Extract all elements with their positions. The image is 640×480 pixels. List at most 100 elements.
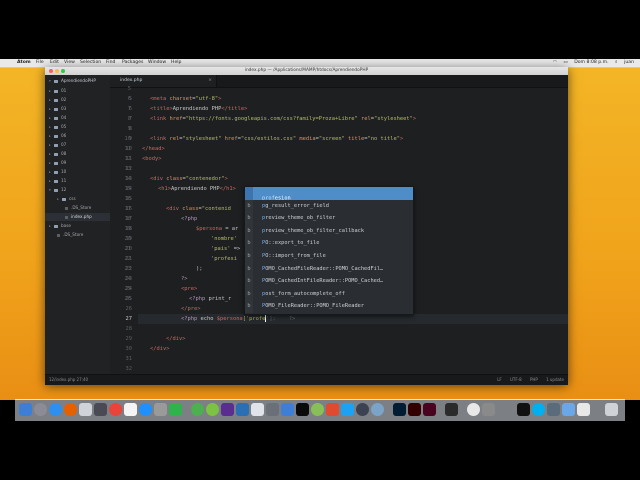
finder-icon[interactable]	[19, 403, 32, 416]
skype-icon[interactable]	[532, 403, 545, 416]
battery-icon[interactable]: ▭	[563, 60, 567, 65]
autocomplete-item[interactable]: b POMO_CachedIntFileReader::POMO_Cached…	[245, 275, 413, 288]
close-tab-icon[interactable]: ×	[208, 75, 212, 87]
app-icon[interactable]	[482, 403, 495, 416]
tree-folder[interactable]: ▸ 08	[49, 150, 66, 158]
menu-view[interactable]: View	[64, 59, 75, 67]
folder-icon[interactable]	[562, 403, 575, 416]
trash-icon[interactable]	[605, 403, 618, 416]
app-icon[interactable]	[445, 403, 458, 416]
code-line-23: ?>	[181, 274, 188, 284]
app-icon[interactable]	[326, 403, 339, 416]
menu-help[interactable]: Help	[171, 59, 181, 67]
wifi-icon[interactable]: ◠	[553, 60, 557, 65]
github-icon[interactable]	[467, 403, 480, 416]
launchpad-icon[interactable]	[34, 403, 47, 416]
token: "https://fonts.googleapis.com/css?family…	[185, 116, 358, 122]
indesign-icon[interactable]	[423, 403, 436, 416]
autocomplete-item-selected[interactable]: profesion	[245, 187, 413, 200]
token: href	[169, 116, 183, 122]
safari-icon[interactable]	[49, 403, 62, 416]
suggestion-text: OMO_CachedIntFileReader::POMO_Cached…	[265, 278, 384, 285]
tree-folder[interactable]: ▸ base	[49, 222, 71, 230]
app-icon[interactable]	[281, 403, 294, 416]
tree-file[interactable]: .DS_Store	[57, 231, 83, 239]
folder-icon	[54, 179, 58, 183]
visual-studio-icon[interactable]	[221, 403, 234, 416]
status-updates[interactable]: 1 update	[546, 377, 564, 382]
autocomplete-item[interactable]: b post_form_autocomplete_off	[245, 287, 413, 301]
tree-folder[interactable]: ▸ 01	[49, 87, 66, 95]
menu-file[interactable]: File	[36, 59, 44, 67]
status-file-position[interactable]: 12/index.php 27:40	[49, 375, 88, 385]
vscode-icon[interactable]	[236, 403, 249, 416]
unity-icon[interactable]	[296, 403, 309, 416]
autocomplete-item[interactable]: b preview_theme_ob_filter_callback	[245, 224, 413, 238]
tree-folder[interactable]: ▸ 11	[49, 177, 66, 185]
autocomplete-item[interactable]: b PO::export_to_file	[245, 237, 413, 250]
project-root[interactable]: ▾ AprendiendoPHP	[49, 78, 96, 83]
tree-folder[interactable]: ▸ css	[57, 195, 76, 203]
xcode-icon[interactable]	[341, 403, 354, 416]
folder-icon	[54, 143, 58, 147]
menu-edit[interactable]: Edit	[50, 59, 59, 67]
tree-item-label: 02	[61, 97, 67, 102]
token: 'pais'	[211, 246, 231, 252]
app-icon[interactable]	[206, 403, 219, 416]
tree-folder[interactable]: ▾ 12	[49, 186, 66, 194]
app-icon[interactable]	[356, 403, 369, 416]
tab-index-php[interactable]: index.php ×	[110, 75, 217, 87]
status-grammar[interactable]: PHP	[530, 377, 538, 382]
android-studio-icon[interactable]	[191, 403, 204, 416]
token: =>	[230, 246, 244, 252]
android-icon[interactable]	[311, 403, 324, 416]
tree-folder[interactable]: ▸ 09	[49, 159, 66, 167]
tree-file[interactable]: .DS_Store	[65, 204, 91, 212]
autocomplete-item[interactable]: b POMO_CachedFileReader::POMO_CachedFil…	[245, 262, 413, 276]
autocomplete-item[interactable]: b pg_result_error_field	[245, 199, 413, 213]
token: "no title"	[367, 136, 401, 142]
facetime-icon[interactable]	[169, 403, 182, 416]
app-icon[interactable]	[547, 403, 560, 416]
system-preferences-icon[interactable]	[154, 403, 167, 416]
status-line-ending[interactable]: LF	[497, 377, 502, 382]
tree-folder[interactable]: ▸ 03	[49, 105, 66, 113]
terminal-icon[interactable]	[517, 403, 530, 416]
menu-find[interactable]: Find	[106, 59, 115, 67]
photoshop-icon[interactable]	[393, 403, 406, 416]
tree-folder[interactable]: ▸ 04	[49, 114, 66, 122]
tree-folder[interactable]: ▸ 06	[49, 132, 66, 140]
menu-atom[interactable]: Atom	[17, 59, 31, 67]
atom-icon[interactable]	[371, 403, 384, 416]
user-name[interactable]: juan	[624, 60, 634, 65]
tree-item-label: 06	[61, 133, 67, 138]
menu-window[interactable]: Window	[148, 59, 166, 67]
token: $persona	[216, 316, 243, 322]
autocomplete-item[interactable]: b preview_theme_ob_filter	[245, 212, 413, 225]
tree-file-selected[interactable]: index.php	[45, 213, 110, 221]
search-icon[interactable]: ⌕	[615, 60, 618, 65]
tree-folder[interactable]: ▸ 07	[49, 141, 66, 149]
app-icon[interactable]	[577, 403, 590, 416]
app-icon[interactable]	[266, 403, 279, 416]
builtin-icon: b	[245, 199, 253, 213]
tree-folder[interactable]: ▸ 05	[49, 123, 66, 131]
opera-icon[interactable]	[94, 403, 107, 416]
status-encoding[interactable]: UTF-8	[510, 377, 522, 382]
illustrator-icon[interactable]	[408, 403, 421, 416]
autocomplete-popup[interactable]: profesion b pg_result_error_field b previe…	[244, 186, 414, 315]
tree-folder[interactable]: ▸ 02	[49, 96, 66, 104]
firefox-icon[interactable]	[64, 403, 77, 416]
calendar-icon[interactable]	[124, 403, 137, 416]
menu-selection[interactable]: Selection	[80, 59, 101, 67]
tree-folder[interactable]: ▸ 10	[49, 168, 66, 176]
clock[interactable]: Dom 8:08 p.m.	[574, 60, 608, 65]
token: <div	[150, 176, 167, 182]
menu-packages[interactable]: Packages	[122, 59, 143, 67]
virtualbox-icon[interactable]	[251, 403, 264, 416]
chrome-icon[interactable]	[109, 403, 122, 416]
app-store-icon[interactable]	[139, 403, 152, 416]
mail-icon[interactable]	[79, 403, 92, 416]
autocomplete-item[interactable]: b PO::import_from_file	[245, 250, 413, 263]
autocomplete-item[interactable]: b POMO_FileReader::POMO_FileReader	[245, 300, 413, 313]
